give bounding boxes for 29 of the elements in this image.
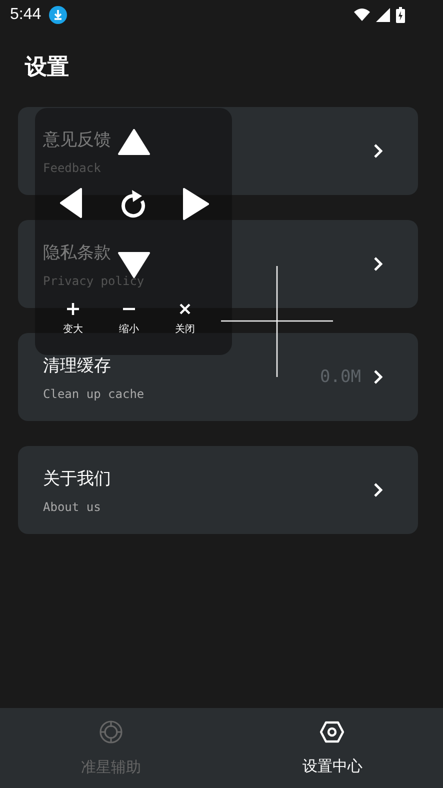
chevron-right-icon <box>373 369 383 385</box>
left-arrow-icon[interactable] <box>60 188 82 218</box>
right-arrow-icon[interactable] <box>183 188 209 220</box>
item-title: 隐私条款 <box>43 242 111 264</box>
item-title: 意见反馈 <box>43 128 111 150</box>
settings-item[interactable]: 意见反馈 Feedback <box>18 107 418 195</box>
wifi-icon <box>354 8 370 22</box>
up-arrow-icon[interactable] <box>118 129 150 155</box>
settings-item[interactable]: 隐私条款 Privacy policy <box>18 220 418 308</box>
item-subtitle: Feedback <box>43 160 101 174</box>
item-subtitle: Clean up cache <box>43 386 144 400</box>
close-icon <box>178 302 192 316</box>
item-subtitle: About us <box>43 500 101 514</box>
signal-icon <box>376 8 390 22</box>
chevron-right-icon <box>373 256 383 272</box>
item-title: 清理缓存 <box>43 354 111 376</box>
plus-icon <box>66 302 80 316</box>
download-icon <box>49 6 68 24</box>
status-time: 5:44 <box>10 6 42 24</box>
battery-icon <box>396 7 405 23</box>
item-title: 关于我们 <box>43 468 111 490</box>
crosshair-icon <box>98 720 123 744</box>
settings-icon <box>320 720 344 742</box>
tab[interactable]: 设置中心 <box>222 708 443 788</box>
page-title: 设置 <box>24 54 70 82</box>
chevron-right-icon <box>373 482 383 498</box>
item-subtitle: Privacy policy <box>43 274 144 288</box>
settings-item[interactable]: 关于我们 About us <box>18 446 418 534</box>
chevron-right-icon <box>373 143 383 159</box>
